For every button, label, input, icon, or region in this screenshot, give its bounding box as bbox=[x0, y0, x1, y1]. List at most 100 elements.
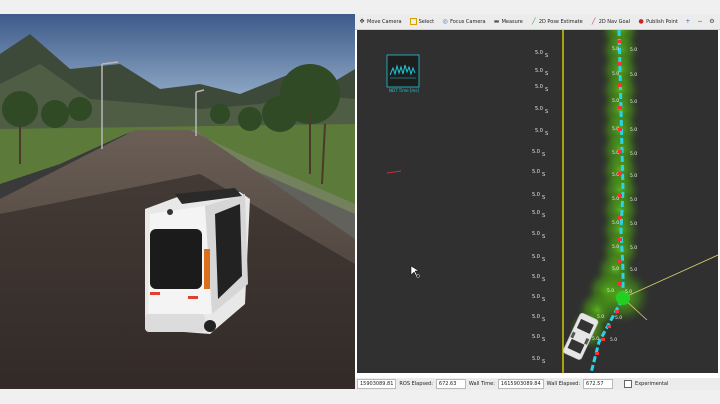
velocity-label: 5.0 bbox=[535, 128, 543, 134]
unit-label: S bbox=[542, 337, 545, 343]
path-speed-label: 5.0 bbox=[597, 314, 604, 320]
unit-label: S bbox=[545, 131, 548, 137]
waypoint-marker bbox=[618, 260, 622, 263]
path-speed-label: 5.0 bbox=[630, 127, 637, 133]
velocity-label: 5.0 bbox=[535, 50, 543, 56]
waypoint-marker bbox=[618, 238, 622, 241]
time-status-bar: 15903089.81 ROS Elapsed: 672.63 Wall Tim… bbox=[355, 378, 720, 390]
waypoint-marker bbox=[618, 216, 622, 219]
unit-label: S bbox=[542, 297, 545, 303]
wall-time-label: Wall Time: bbox=[468, 381, 495, 387]
velocity-label: 5.0 bbox=[532, 231, 540, 237]
unit-label: S bbox=[545, 109, 548, 115]
waypoint-marker bbox=[607, 325, 611, 328]
stray-marker bbox=[386, 170, 402, 174]
waypoint-marker bbox=[618, 194, 622, 197]
path-speed-label: 5.0 bbox=[607, 288, 614, 294]
path-speed-label: 5.0 bbox=[630, 151, 637, 157]
path-speed-label: 5.0 bbox=[630, 221, 637, 227]
unit-label: S bbox=[542, 152, 545, 158]
waypoint-marker bbox=[618, 106, 622, 109]
pose-estimate-tool[interactable]: ╱ 2D Pose Estimate bbox=[527, 14, 587, 29]
unit-label: S bbox=[542, 195, 545, 201]
move-camera-icon: ✥ bbox=[359, 17, 365, 25]
ndt-time-caption: NDT Time [ms] bbox=[389, 88, 419, 93]
velocity-label: 5.0 bbox=[532, 274, 540, 280]
rviz-panel: ✥ Move Camera Select ◎ Focus Camera ▬ Me… bbox=[355, 14, 720, 389]
ros-time-field: 15903089.81 bbox=[357, 379, 397, 389]
velocity-label: 5.0 bbox=[532, 294, 540, 300]
window-top-strip bbox=[0, 0, 720, 14]
left-velocity-labels: 5.0 S5.0 S5.0 S5.0 S5.0 S5.0 S5.0 S5.0 S5.0 S5.0 S… bbox=[532, 50, 548, 365]
focus-camera-icon: ◎ bbox=[442, 17, 448, 25]
path-speed-label: 5.0 bbox=[615, 315, 622, 321]
path-speed-label: 5.0 bbox=[630, 72, 637, 78]
waypoint-marker bbox=[618, 172, 622, 175]
unit-label: S bbox=[542, 213, 545, 219]
unit-label: S bbox=[545, 71, 548, 77]
waypoint-marker bbox=[618, 40, 622, 43]
settings-button[interactable]: ⚙ bbox=[706, 14, 718, 29]
experimental-checkbox[interactable] bbox=[624, 380, 633, 388]
unit-label: S bbox=[542, 317, 545, 323]
measure-tool[interactable]: ▬ Measure bbox=[490, 14, 527, 29]
nav-goal-label: 2D Nav Goal bbox=[598, 18, 631, 25]
path-speed-label: 5.0 bbox=[625, 289, 632, 295]
waypoint-marker bbox=[618, 62, 622, 65]
measure-icon: ▬ bbox=[493, 17, 500, 25]
unit-label: S bbox=[542, 257, 545, 263]
wall-elapsed-label: Wall Elapsed: bbox=[546, 381, 581, 387]
select-icon bbox=[409, 18, 417, 25]
pose-estimate-label: 2D Pose Estimate bbox=[538, 18, 583, 25]
path-speed-label: 5.0 bbox=[612, 46, 619, 52]
path-speed-label: 5.0 bbox=[612, 220, 619, 226]
ros-elapsed-label: ROS Elapsed: bbox=[399, 381, 433, 387]
ros-elapsed-field: 672.63 bbox=[435, 379, 466, 389]
mouse-cursor-icon bbox=[410, 265, 420, 278]
rviz-scene: NDT Time [ms] 5.0 S5.0 S5.0 S5.0 S5.0 S5… bbox=[386, 30, 718, 373]
remove-tool-icon: − bbox=[697, 17, 703, 25]
velocity-label: 5.0 bbox=[535, 106, 543, 112]
path-speed-label: 5.0 bbox=[630, 99, 637, 105]
measure-label: Measure bbox=[501, 18, 523, 25]
velocity-label: 5.0 bbox=[532, 210, 540, 216]
unit-label: S bbox=[542, 234, 545, 240]
3d-render-view[interactable]: NDT Time [ms] 5.0 S 5.0 S 5.0 S 5.0 S 5.… bbox=[357, 30, 718, 373]
simulation-scene bbox=[0, 14, 355, 389]
add-tool-icon: + bbox=[685, 17, 691, 25]
add-tool-button[interactable]: + bbox=[682, 14, 694, 29]
path-speed-label: 5.0 bbox=[612, 71, 619, 77]
unit-label: S bbox=[545, 87, 548, 93]
focus-camera-tool[interactable]: ◎ Focus Camera bbox=[438, 14, 490, 29]
wall-elapsed-field: 672.57 bbox=[583, 379, 614, 389]
select-tool[interactable]: Select bbox=[406, 14, 438, 29]
path-speed-label: 5.0 bbox=[630, 173, 637, 179]
unit-label: S bbox=[545, 53, 548, 59]
velocity-label: 5.0 bbox=[532, 169, 540, 175]
move-camera-label: Move Camera bbox=[367, 18, 402, 25]
path-speed-label: 5.0 bbox=[612, 266, 619, 272]
velocity-label: 5.0 bbox=[535, 68, 543, 74]
waypoint-marker bbox=[618, 282, 622, 285]
path-speed-label: 5.0 bbox=[612, 244, 619, 250]
waypoint-marker bbox=[618, 150, 622, 153]
simulator-view bbox=[0, 14, 355, 389]
path-speed-label: 5.0 bbox=[630, 267, 637, 273]
wall-time-field: 1615903089.84 bbox=[497, 379, 544, 389]
waypoint-marker bbox=[615, 310, 619, 313]
waypoint-marker bbox=[595, 352, 599, 355]
window-bottom-strip bbox=[0, 389, 355, 404]
path-speed-label: 5.0 bbox=[630, 197, 637, 203]
move-camera-tool[interactable]: ✥ Move Camera bbox=[355, 14, 406, 29]
focus-camera-label: Focus Camera bbox=[450, 18, 486, 25]
velocity-label: 5.0 bbox=[532, 334, 540, 340]
rviz-toolbar: ✥ Move Camera Select ◎ Focus Camera ▬ Me… bbox=[355, 14, 720, 30]
waypoint-marker bbox=[618, 128, 622, 131]
experimental-label: Experimental bbox=[635, 381, 669, 387]
nav-goal-tool[interactable]: ╱ 2D Nav Goal bbox=[587, 14, 634, 29]
velocity-label: 5.0 bbox=[535, 84, 543, 90]
unit-label: S bbox=[542, 277, 545, 283]
publish-point-tool[interactable]: ● Publish Point bbox=[634, 14, 682, 29]
remove-tool-button[interactable]: − bbox=[694, 14, 706, 29]
waypoint-marker bbox=[601, 338, 605, 341]
